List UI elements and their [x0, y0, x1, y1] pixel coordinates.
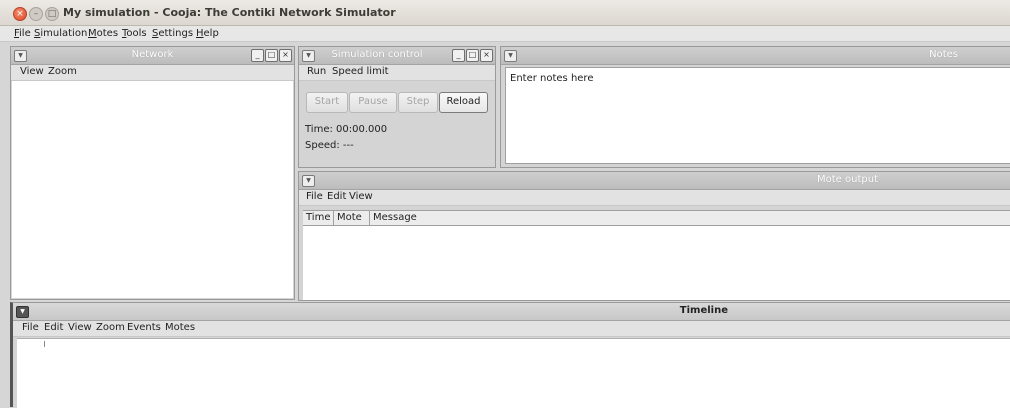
- timeline-frame: ▼ Timeline File Edit View Zoom Events Mo…: [10, 302, 1010, 408]
- network-titlebar[interactable]: ▼ Network _ □ ×: [11, 47, 294, 65]
- network-close-button[interactable]: ×: [279, 49, 292, 62]
- menu-help[interactable]: Help: [196, 28, 219, 39]
- moteout-menu-file[interactable]: File: [306, 191, 323, 202]
- timeline-menu-zoom[interactable]: Zoom: [96, 322, 125, 333]
- timeline-menu-file[interactable]: File: [22, 322, 39, 333]
- menu-file[interactable]: File: [14, 28, 31, 39]
- timeline-title: Timeline: [679, 305, 728, 316]
- minimize-icon: _: [456, 50, 461, 59]
- close-icon: ×: [282, 50, 289, 59]
- network-menubar: View Zoom: [11, 65, 294, 81]
- menu-tools[interactable]: Tools: [122, 28, 147, 39]
- simcontrol-menu-run[interactable]: Run: [307, 66, 326, 77]
- reload-button[interactable]: Reload: [439, 92, 488, 113]
- mote-output-title: Mote output: [817, 174, 878, 185]
- simcontrol-close-button[interactable]: ×: [480, 49, 493, 62]
- network-minimize-button[interactable]: _: [251, 49, 264, 62]
- timeline-menu-motes[interactable]: Motes: [165, 322, 195, 333]
- chevron-down-icon: ▼: [508, 52, 513, 59]
- main-menubar: File Simulation Motes Tools Settings Hel…: [0, 26, 1010, 42]
- timeline-titlebar[interactable]: ▼ Timeline: [13, 303, 1010, 321]
- timeline-menubar: File Edit View Zoom Events Motes: [13, 321, 1010, 337]
- network-menu-zoom[interactable]: Zoom: [48, 66, 77, 77]
- close-icon: ×: [483, 50, 490, 59]
- timeline-tick: [44, 341, 45, 347]
- maximize-icon: □: [468, 50, 477, 59]
- simulation-time: Time: 00:00.000: [305, 124, 388, 135]
- frame-menu-button[interactable]: ▼: [302, 175, 315, 187]
- simulation-control-titlebar[interactable]: ▼ Simulation control _ □ ×: [299, 47, 495, 65]
- network-menu-view[interactable]: View: [20, 66, 44, 77]
- chevron-down-icon: ▼: [20, 308, 25, 315]
- simcontrol-maximize-button[interactable]: □: [466, 49, 479, 62]
- close-icon: ×: [16, 9, 24, 19]
- menu-motes[interactable]: Motes: [88, 28, 118, 39]
- maximize-icon: □: [267, 50, 276, 59]
- mote-output-titlebar[interactable]: ▼ Mote output: [299, 172, 1010, 190]
- window-minimize-button[interactable]: –: [29, 7, 43, 21]
- maximize-icon: □: [47, 9, 57, 19]
- notes-textarea[interactable]: Enter notes here: [505, 67, 1010, 164]
- window-close-button[interactable]: ×: [13, 7, 27, 21]
- timeline-menu-edit[interactable]: Edit: [44, 322, 63, 333]
- simulation-control-menubar: Run Speed limit: [299, 65, 495, 81]
- window-title: My simulation - Cooja: The Contiki Netwo…: [63, 6, 396, 19]
- simcontrol-minimize-button[interactable]: _: [452, 49, 465, 62]
- frame-menu-button[interactable]: ▼: [504, 50, 517, 62]
- simcontrol-menu-speed-limit[interactable]: Speed limit: [332, 66, 389, 77]
- notes-text: Enter notes here: [510, 73, 594, 84]
- window-titlebar: × – □ My simulation - Cooja: The Contiki…: [0, 0, 1010, 26]
- simulation-control-title: Simulation control: [331, 49, 423, 60]
- mote-output-header: Time Mote Message: [303, 211, 1010, 226]
- moteout-menu-edit[interactable]: Edit: [327, 191, 346, 202]
- step-button[interactable]: Step: [398, 92, 438, 113]
- network-maximize-button[interactable]: □: [265, 49, 278, 62]
- timeline-menu-events[interactable]: Events: [127, 322, 161, 333]
- timeline-menu-view[interactable]: View: [68, 322, 92, 333]
- moteout-menu-view[interactable]: View: [349, 191, 373, 202]
- minimize-icon: _: [255, 50, 260, 59]
- notes-frame: ▼ Notes Enter notes here: [500, 46, 1010, 168]
- mote-output-frame: ▼ Mote output File Edit View Time Mote M…: [298, 171, 1010, 301]
- network-canvas[interactable]: [12, 81, 293, 298]
- mote-output-table[interactable]: Time Mote Message: [303, 210, 1010, 300]
- menu-settings[interactable]: Settings: [152, 28, 193, 39]
- chevron-down-icon: ▼: [306, 177, 311, 184]
- pause-button[interactable]: Pause: [349, 92, 397, 113]
- column-header-mote[interactable]: Mote: [334, 211, 370, 225]
- column-header-message[interactable]: Message: [370, 211, 1010, 225]
- start-button[interactable]: Start: [306, 92, 348, 113]
- simulation-control-frame: ▼ Simulation control _ □ × Run Speed lim…: [298, 46, 496, 168]
- frame-menu-button[interactable]: ▼: [16, 306, 29, 318]
- simulation-buttons: Start Pause Step Reload: [306, 92, 492, 113]
- minimize-icon: –: [33, 9, 39, 19]
- notes-title: Notes: [929, 49, 958, 60]
- column-header-time[interactable]: Time: [303, 211, 334, 225]
- menu-simulation[interactable]: Simulation: [34, 28, 87, 39]
- simulation-speed: Speed: ---: [305, 140, 354, 151]
- mote-output-menubar: File Edit View: [299, 190, 1010, 206]
- window-maximize-button[interactable]: □: [45, 7, 59, 21]
- notes-titlebar[interactable]: ▼ Notes: [501, 47, 1010, 65]
- timeline-canvas[interactable]: [17, 338, 1010, 408]
- network-frame: ▼ Network _ □ × View Zoom: [10, 46, 295, 300]
